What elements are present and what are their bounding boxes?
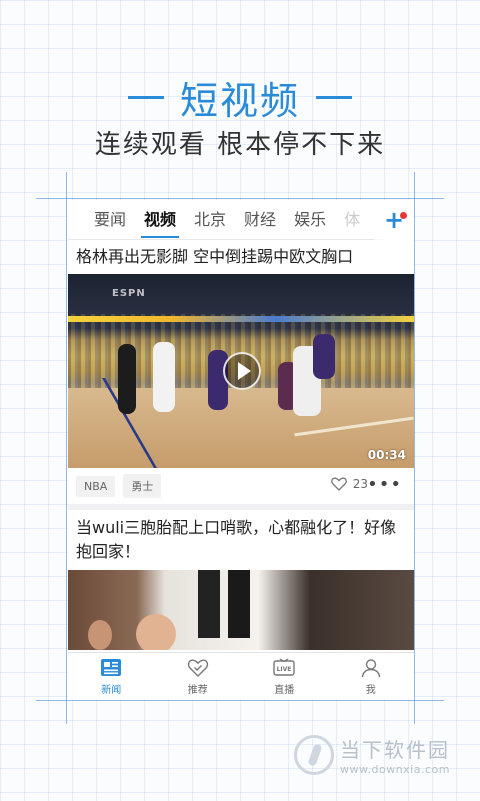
player-figure (313, 334, 335, 379)
heart-icon (330, 477, 347, 491)
add-channel-button[interactable]: + (374, 200, 414, 240)
more-options-icon[interactable]: ••• (367, 476, 402, 494)
article-meta-row: NBA 勇士 23 ••• (68, 468, 414, 504)
live-tv-icon: LIVE (273, 657, 295, 676)
photo-figure (136, 614, 176, 650)
phone-screen: 要闻 视频 北京 财经 娱乐 体 + 格林再出无影脚 空中倒挂踢中欧文胸口 ES… (68, 200, 414, 700)
photo-figure (198, 570, 220, 638)
news-icon (101, 658, 122, 676)
promo-title: 短视频 (179, 79, 300, 123)
guide-line (36, 198, 444, 199)
play-icon (237, 362, 251, 380)
photo-figure (88, 620, 112, 650)
svg-text:LIVE: LIVE (277, 666, 292, 673)
watermark-logo (294, 735, 334, 775)
watermark-url: www.downxia.com (340, 763, 450, 776)
photo-figure (228, 570, 250, 638)
promo-headline: 短视频 (0, 70, 480, 125)
headline-dash-left (127, 96, 164, 99)
article-title[interactable]: 当wuli三胞胎配上口哨歌，心都融化了！好像抱回家！ (68, 510, 414, 570)
video-brand: ESPN (112, 288, 146, 299)
notification-dot (400, 212, 407, 219)
video-thumbnail[interactable] (68, 570, 414, 650)
news-feed[interactable]: 格林再出无影脚 空中倒挂踢中欧文胸口 ESPN 00:34 NBA 勇士 23 … (68, 240, 414, 652)
nav-label: 推荐 (187, 684, 208, 696)
video-thumbnail[interactable]: ESPN 00:34 (68, 274, 414, 468)
tab-sports[interactable]: 体 (335, 200, 369, 240)
guide-line (66, 172, 67, 724)
nav-me[interactable]: 我 (328, 653, 415, 700)
arena-banner (68, 316, 414, 322)
play-button[interactable] (223, 352, 261, 390)
video-duration: 00:34 (367, 448, 406, 462)
tab-video[interactable]: 视频 (135, 200, 185, 240)
promo-subtitle: 连续观看 根本停不下来 (94, 130, 386, 160)
channel-tabbar: 要闻 视频 北京 财经 娱乐 体 + (68, 200, 414, 240)
tab-entertainment[interactable]: 娱乐 (285, 200, 335, 240)
site-watermark: 当下软件园 www.downxia.com (294, 734, 450, 776)
watermark-text: 当下软件园 www.downxia.com (340, 734, 450, 776)
like-button[interactable]: 23 (330, 477, 368, 491)
guide-line (36, 700, 444, 701)
tab-yaowen[interactable]: 要闻 (68, 200, 135, 240)
like-count: 23 (352, 477, 368, 491)
article-title[interactable]: 格林再出无影脚 空中倒挂踢中欧文胸口 (68, 240, 414, 274)
headline-dash-right (316, 96, 352, 99)
nav-recommend[interactable]: 推荐 (155, 653, 242, 700)
player-figure (153, 342, 175, 412)
watermark-name: 当下软件园 (340, 738, 450, 762)
tab-beijing[interactable]: 北京 (185, 200, 235, 240)
tag-warriors[interactable]: 勇士 (123, 474, 162, 498)
tag-nba[interactable]: NBA (76, 475, 116, 497)
heart-check-icon (187, 658, 208, 677)
user-icon (361, 658, 380, 677)
guide-line (414, 172, 415, 724)
bottom-navigation: 新闻 推荐 LIVE 直播 我 (68, 652, 414, 700)
player-figure (118, 344, 136, 414)
nav-label: 我 (365, 684, 376, 696)
nav-label: 新闻 (101, 684, 122, 696)
nav-news[interactable]: 新闻 (68, 653, 155, 700)
nav-label: 直播 (274, 684, 295, 696)
tab-finance[interactable]: 财经 (235, 200, 285, 240)
nav-live[interactable]: LIVE 直播 (241, 653, 328, 700)
